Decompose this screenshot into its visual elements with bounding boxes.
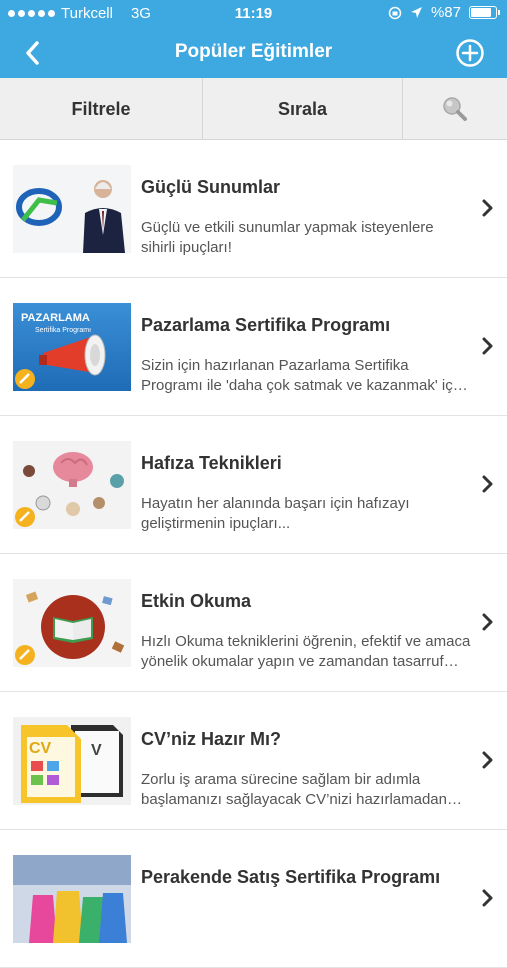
chevron-right-icon xyxy=(482,475,493,493)
filter-toolbar: Filtrele Sırala xyxy=(0,78,507,140)
search-icon xyxy=(443,97,467,121)
course-title: Hafıza Teknikleri xyxy=(141,453,282,473)
chevron-right-icon xyxy=(482,613,493,631)
course-title: Perakende Satış Sertifika Programı xyxy=(141,867,441,887)
navigation-bar: Popüler Eğitimler xyxy=(0,28,507,78)
battery-icon xyxy=(469,6,500,19)
sort-button[interactable]: Sırala xyxy=(203,78,403,140)
course-description: Sizin için hazırlanan Pazarlama Sertifik… xyxy=(141,357,465,394)
status-bar: Turkcell 3G 11:19 %87 xyxy=(0,0,507,28)
course-thumbnail: PAZARLAMA Sertifika Programı xyxy=(13,303,131,391)
course-row[interactable]: PAZARLAMA Sertifika Programı Pazarlama S… xyxy=(0,278,507,416)
course-thumbnail: CV V xyxy=(13,717,131,805)
course-row[interactable]: Güçlü Sunumlar Güçlü ve etkili sunumlar … xyxy=(0,140,507,278)
course-row[interactable]: CV V CV’niz Hazır Mı? Zorlu iş arama sür… xyxy=(0,692,507,830)
thumb-text: PAZARLAMA xyxy=(21,312,90,324)
course-thumbnail xyxy=(13,579,131,667)
course-description: Hızlı Okuma tekniklerini öğrenin, efekti… xyxy=(141,633,471,670)
chevron-right-icon xyxy=(482,199,493,217)
course-row[interactable]: Perakende Satış Sertifika Programı xyxy=(0,830,507,968)
course-description: Zorlu iş arama sürecine sağlam bir adıml… xyxy=(141,771,447,808)
course-title: Güçlü Sunumlar xyxy=(141,177,281,197)
chevron-right-icon xyxy=(482,889,493,907)
search-button[interactable] xyxy=(403,78,507,140)
thumb-subtext: Sertifika Programı xyxy=(35,327,91,334)
plus-circle-icon[interactable] xyxy=(455,38,485,68)
location-arrow-icon xyxy=(410,7,422,18)
course-thumbnail xyxy=(13,441,131,529)
filter-button[interactable]: Filtrele xyxy=(0,78,203,140)
page-title: Popüler Eğitimler xyxy=(174,41,333,62)
course-description: Hayatın her alanında başarı için hafızay… xyxy=(141,495,410,532)
thumb-text: CV xyxy=(29,740,52,757)
course-thumbnail xyxy=(13,855,131,943)
course-title: Etkin Okuma xyxy=(141,591,252,611)
course-title: CV’niz Hazır Mı? xyxy=(141,729,282,749)
svg-text:V: V xyxy=(91,742,102,759)
course-list: Güçlü Sunumlar Güçlü ve etkili sunumlar … xyxy=(0,140,507,968)
chevron-right-icon xyxy=(482,337,493,355)
battery-percent: %87 xyxy=(430,4,461,21)
course-title: Pazarlama Sertifika Programı xyxy=(141,315,391,335)
course-description: Güçlü ve etkili sunumlar yapmak isteyenl… xyxy=(141,219,434,256)
course-thumbnail xyxy=(13,165,131,253)
course-row[interactable]: Etkin Okuma Hızlı Okuma tekniklerini öğr… xyxy=(0,554,507,692)
chevron-right-icon xyxy=(482,751,493,769)
rotation-lock-icon xyxy=(388,6,402,19)
course-row[interactable]: Hafıza Teknikleri Hayatın her alanında b… xyxy=(0,416,507,554)
